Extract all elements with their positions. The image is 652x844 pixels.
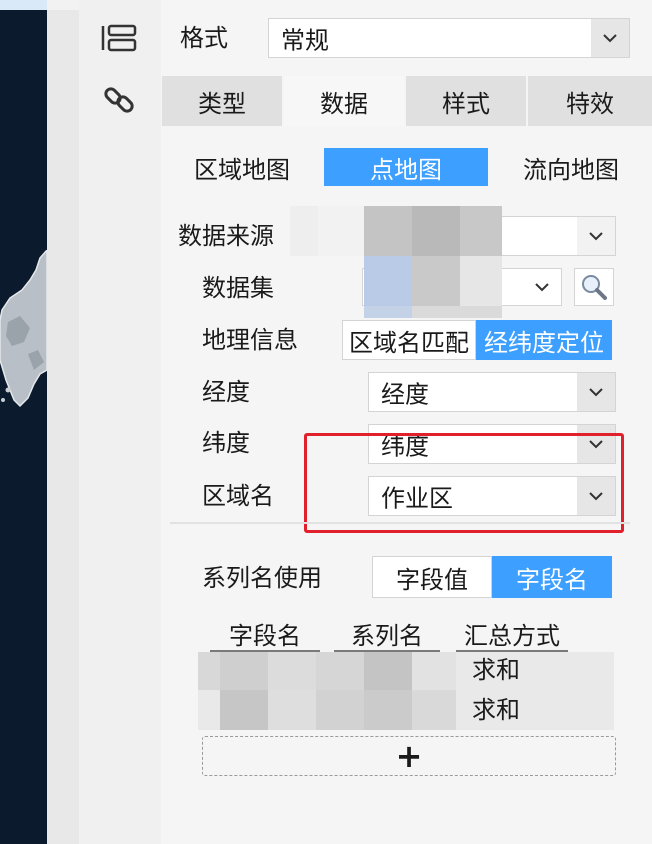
icon-rail xyxy=(79,0,161,844)
tab-data[interactable]: 数据 xyxy=(284,76,404,126)
search-icon xyxy=(582,275,607,300)
table-header-field-name: 字段名 xyxy=(229,621,301,650)
region-name-label: 区域名 xyxy=(202,482,274,510)
redacted-block xyxy=(412,690,456,730)
chevron-down-icon xyxy=(577,217,615,255)
add-field-button[interactable]: + xyxy=(202,736,616,776)
layout-icon[interactable] xyxy=(99,18,139,58)
table-row-aggregation[interactable]: 求和 xyxy=(472,698,520,722)
redacted-block xyxy=(364,256,412,306)
data-source-label: 数据来源 xyxy=(178,222,274,250)
redacted-block xyxy=(316,652,364,690)
geo-option-region-match[interactable]: 区域名匹配 xyxy=(342,320,476,360)
redacted-block xyxy=(220,690,268,730)
geo-info-label: 地理信息 xyxy=(202,326,298,354)
tab-type[interactable]: 类型 xyxy=(162,76,282,126)
redacted-block xyxy=(364,306,412,318)
section-divider xyxy=(170,522,630,524)
format-label: 格式 xyxy=(180,24,228,52)
tab-point-map[interactable]: 点地图 xyxy=(324,148,488,186)
redacted-block xyxy=(364,690,412,730)
tab-style[interactable]: 样式 xyxy=(406,76,526,126)
redacted-block xyxy=(268,652,316,690)
tab-flow-map[interactable]: 流向地图 xyxy=(490,148,652,186)
scroll-strip[interactable] xyxy=(47,0,79,844)
redacted-block xyxy=(220,652,268,690)
redacted-block xyxy=(412,652,456,690)
redacted-block xyxy=(412,206,460,256)
redacted-block xyxy=(198,652,220,690)
series-name-use-label: 系列名使用 xyxy=(202,564,322,592)
redacted-block xyxy=(412,256,460,306)
redacted-block xyxy=(316,690,364,730)
geo-option-lnglat[interactable]: 经纬度定位 xyxy=(476,320,612,360)
chevron-down-icon xyxy=(577,373,615,411)
latitude-label: 纬度 xyxy=(202,429,250,457)
table-row-aggregation[interactable]: 求和 xyxy=(472,658,520,682)
table-header-series-name: 系列名 xyxy=(351,621,423,650)
longitude-select-value: 经度 xyxy=(381,380,429,409)
scroll-strip-top xyxy=(47,0,79,10)
format-select-value: 常规 xyxy=(281,26,329,55)
redacted-block xyxy=(412,306,502,318)
redacted-block xyxy=(460,256,502,306)
chevron-down-icon xyxy=(591,19,629,57)
map-preview xyxy=(0,0,47,844)
longitude-select[interactable]: 经度 xyxy=(368,372,616,412)
table-header-aggregation: 汇总方式 xyxy=(464,621,560,650)
redacted-block xyxy=(460,206,502,256)
longitude-label: 经度 xyxy=(202,378,250,406)
highlight-box xyxy=(304,433,624,533)
search-button[interactable] xyxy=(574,268,614,306)
series-option-field-value[interactable]: 字段值 xyxy=(372,556,492,598)
redacted-block xyxy=(268,690,316,730)
redacted-block xyxy=(290,206,318,256)
series-option-field-name[interactable]: 字段名 xyxy=(492,556,612,598)
map-preview-top-bar xyxy=(0,0,47,10)
redacted-block xyxy=(364,652,412,690)
format-select[interactable]: 常规 xyxy=(268,18,630,58)
redacted-block xyxy=(318,206,364,256)
tab-region-map[interactable]: 区域地图 xyxy=(162,148,322,186)
redacted-block xyxy=(364,206,412,256)
tab-effects[interactable]: 特效 xyxy=(528,76,652,126)
map-landmass xyxy=(0,250,47,408)
dataset-label: 数据集 xyxy=(202,274,274,302)
plus-icon: + xyxy=(395,737,423,775)
chevron-down-icon xyxy=(523,269,561,305)
link-icon[interactable] xyxy=(99,80,139,120)
